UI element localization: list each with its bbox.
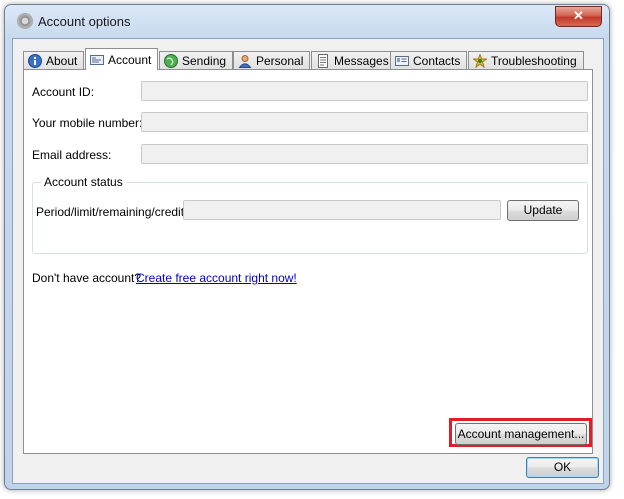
account-management-button[interactable]: Account management...	[455, 423, 587, 445]
window-title: Account options	[38, 14, 131, 29]
mobile-number-field[interactable]	[141, 112, 588, 132]
tab-messages[interactable]: Messages	[311, 51, 396, 70]
tab-label: Contacts	[413, 54, 461, 68]
troubleshooting-icon	[473, 54, 487, 68]
account-status-field[interactable]	[183, 200, 501, 220]
account-tab-panel: Account ID: Your mobile number: Email ad…	[23, 69, 593, 454]
tab-account[interactable]: Account	[85, 48, 159, 70]
close-button[interactable]: ✕	[555, 6, 602, 27]
title-bar: Account options ✕	[5, 5, 609, 35]
tab-label: Account	[108, 52, 152, 67]
ok-button[interactable]: OK	[526, 457, 599, 478]
mobile-number-label: Your mobile number:	[32, 116, 143, 130]
account-card-icon	[90, 54, 104, 65]
account-status-title: Account status	[41, 175, 126, 189]
globe-icon	[164, 54, 178, 68]
update-button[interactable]: Update	[507, 200, 579, 221]
tab-label: Personal	[256, 54, 304, 68]
contacts-icon	[395, 56, 409, 66]
tab-label: Messages	[334, 54, 389, 68]
account-options-window: Account options ✕ About Account Sending …	[4, 4, 610, 490]
tab-personal[interactable]: Personal	[233, 51, 311, 70]
account-id-field[interactable]	[141, 81, 588, 101]
dialog-body: About Account Sending Personal Messages …	[12, 38, 604, 484]
tab-label: Sending	[182, 54, 227, 68]
tab-label: About	[46, 54, 78, 68]
account-status-label: Period/limit/remaining/credit:	[36, 205, 188, 219]
close-icon: ✕	[573, 8, 584, 23]
info-icon	[28, 54, 42, 68]
account-status-group: Account status Period/limit/remaining/cr…	[32, 175, 588, 254]
no-account-text: Don't have account?	[32, 271, 142, 285]
create-account-link[interactable]: Create free account right now!	[136, 271, 297, 285]
person-icon	[238, 55, 252, 68]
tab-about[interactable]: About	[23, 51, 85, 70]
email-address-field[interactable]	[141, 144, 588, 164]
account-id-label: Account ID:	[32, 85, 95, 99]
tab-troubleshooting[interactable]: Troubleshooting	[468, 51, 584, 70]
tab-sending[interactable]: Sending	[159, 51, 234, 70]
tab-contacts[interactable]: Contacts	[390, 51, 468, 70]
gear-icon	[17, 13, 33, 29]
email-address-label: Email address:	[32, 148, 112, 162]
messages-icon	[318, 54, 328, 68]
tab-label: Troubleshooting	[491, 54, 577, 68]
